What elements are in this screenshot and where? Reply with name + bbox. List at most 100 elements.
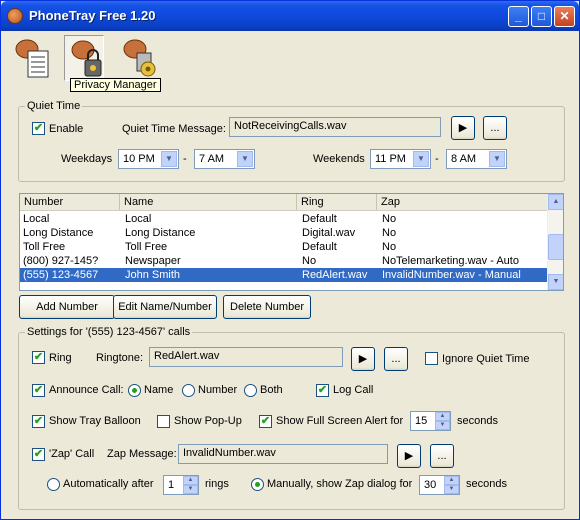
enable-quiet-time-checkbox[interactable]: ✔: [32, 122, 45, 135]
table-row[interactable]: Long Distance Long Distance Digital.wav …: [20, 226, 548, 240]
scroll-up-icon[interactable]: ▲: [548, 194, 563, 210]
zap-automatically-label: Automatically after: [63, 478, 154, 490]
weekends-label: Weekends: [313, 153, 365, 165]
cell-ring: Default: [302, 241, 337, 253]
privacy-manager-icon: [71, 40, 102, 77]
announce-number-radio[interactable]: [182, 384, 195, 397]
log-call-checkbox[interactable]: ✔: [316, 384, 329, 397]
announce-both-radio[interactable]: [244, 384, 257, 397]
increment-icon[interactable]: ▲: [435, 412, 450, 421]
zap-message-field[interactable]: InvalidNumber.wav: [178, 444, 388, 464]
cell-number: (800) 927-145?: [23, 255, 99, 267]
cell-zap: NoTelemarketing.wav - Auto: [382, 255, 519, 267]
phone-app-icon[interactable]: [7, 8, 23, 24]
increment-icon[interactable]: ▲: [444, 476, 459, 485]
cell-number: Local: [23, 213, 50, 225]
ignore-quiet-time-checkbox[interactable]: [425, 352, 438, 365]
column-header-zap[interactable]: Zap: [377, 194, 548, 210]
numbers-list[interactable]: Number Name Ring Zap Local Local Default…: [19, 193, 564, 291]
cell-number: (555) 123-4567: [23, 269, 99, 281]
scroll-thumb[interactable]: [548, 234, 563, 260]
ringtone-label: Ringtone:: [96, 352, 144, 364]
settings-gear-icon: [123, 39, 156, 77]
popup-checkbox[interactable]: [157, 415, 170, 428]
fullscreen-seconds-stepper[interactable]: 15 ▲ ▼: [410, 411, 451, 431]
play-ringtone-button[interactable]: ▶: [351, 347, 375, 371]
maximize-button[interactable]: □: [531, 6, 552, 27]
call-log-tool-button[interactable]: [13, 35, 53, 81]
minimize-button[interactable]: _: [508, 6, 529, 27]
quiet-time-message-field[interactable]: NotReceivingCalls.wav: [229, 117, 441, 137]
play-quiet-message-button[interactable]: ▶: [451, 116, 475, 140]
browse-ringtone-button[interactable]: ...: [384, 347, 408, 371]
main-window: PhoneTray Free 1.20 _ □ ✕ Privacy Manage…: [0, 0, 580, 520]
chevron-down-icon[interactable]: ▼: [237, 151, 253, 167]
quiet-time-message-label: Quiet Time Message:: [122, 123, 226, 135]
delete-number-button[interactable]: Delete Number: [223, 295, 311, 319]
zap-dialog-seconds-stepper[interactable]: 30 ▲ ▼: [419, 475, 460, 495]
increment-icon[interactable]: ▲: [183, 476, 198, 485]
cell-zap: No: [382, 241, 397, 253]
fullscreen-alert-checkbox[interactable]: ✔: [259, 415, 272, 428]
announce-call-label: Announce Call:: [49, 384, 124, 396]
play-icon: ▶: [404, 450, 414, 462]
scroll-down-icon[interactable]: ▼: [548, 274, 563, 290]
chevron-down-icon[interactable]: ▼: [489, 151, 505, 167]
call-settings-title: Settings for '(555) 123-4567' calls: [25, 326, 193, 338]
decrement-icon[interactable]: ▼: [183, 485, 198, 494]
zap-call-checkbox[interactable]: ✔: [32, 448, 45, 461]
column-header-ring[interactable]: Ring: [297, 194, 377, 210]
seconds-label: seconds: [457, 415, 498, 427]
enable-label: Enable: [49, 123, 84, 135]
column-header-number[interactable]: Number: [20, 194, 120, 210]
cell-number: Toll Free: [23, 241, 66, 253]
cell-ring: Digital.wav: [302, 227, 356, 239]
cell-name: Newspaper: [125, 255, 181, 267]
settings-tool-button[interactable]: [117, 35, 157, 81]
zap-dialog-seconds-value: 30: [424, 479, 437, 491]
cell-number: Long Distance: [23, 227, 94, 239]
weekends-end-select[interactable]: 8 AM ▼: [446, 149, 507, 169]
zap-automatically-radio[interactable]: [47, 478, 60, 491]
list-header: Number Name Ring Zap: [20, 194, 548, 211]
zap-call-label: 'Zap' Call: [49, 448, 95, 460]
close-button[interactable]: ✕: [554, 6, 575, 27]
title-bar[interactable]: PhoneTray Free 1.20 _ □ ✕: [1, 1, 579, 31]
announce-name-radio[interactable]: [128, 384, 141, 397]
table-row-selected[interactable]: (555) 123-4567 John Smith RedAlert.wav I…: [20, 268, 548, 282]
table-row[interactable]: Toll Free Toll Free Default No: [20, 240, 548, 254]
browse-quiet-message-button[interactable]: ...: [483, 116, 507, 140]
tray-balloon-checkbox[interactable]: ✔: [32, 415, 45, 428]
weekdays-start-select[interactable]: 10 PM ▼: [118, 149, 179, 169]
cell-zap: No: [382, 213, 397, 225]
weekdays-end-select[interactable]: 7 AM ▼: [194, 149, 255, 169]
weekends-start-select[interactable]: 11 PM ▼: [370, 149, 431, 169]
weekdays-dash: -: [183, 153, 187, 165]
ignore-quiet-time-label: Ignore Quiet Time: [442, 353, 530, 365]
browse-zap-message-button[interactable]: ...: [430, 444, 454, 468]
announce-call-checkbox[interactable]: ✔: [32, 384, 45, 397]
quiet-time-title: Quiet Time: [25, 100, 83, 112]
zap-rings-stepper[interactable]: 1 ▲ ▼: [163, 475, 199, 495]
table-row[interactable]: Local Local Default No: [20, 212, 548, 226]
add-number-button[interactable]: Add Number: [19, 295, 115, 319]
column-header-name[interactable]: Name: [120, 194, 297, 210]
ringtone-field[interactable]: RedAlert.wav: [149, 347, 343, 367]
log-call-label: Log Call: [333, 384, 374, 396]
list-scrollbar[interactable]: ▲ ▼: [547, 194, 563, 290]
zap-message-label: Zap Message:: [107, 448, 177, 460]
table-row[interactable]: (800) 927-145? Newspaper No NoTelemarket…: [20, 254, 548, 268]
cell-name: Toll Free: [125, 241, 168, 253]
weekdays-end-value: 7 AM: [199, 153, 225, 165]
cell-name: Long Distance: [125, 227, 196, 239]
edit-name-number-button[interactable]: Edit Name/Number: [113, 295, 217, 319]
privacy-manager-tool-button[interactable]: [64, 35, 104, 81]
play-zap-message-button[interactable]: ▶: [397, 444, 421, 468]
zap-manually-radio[interactable]: [251, 478, 264, 491]
cell-name: John Smith: [125, 269, 181, 281]
ring-checkbox[interactable]: ✔: [32, 351, 45, 364]
decrement-icon[interactable]: ▼: [444, 485, 459, 494]
decrement-icon[interactable]: ▼: [435, 421, 450, 430]
chevron-down-icon[interactable]: ▼: [161, 151, 177, 167]
chevron-down-icon[interactable]: ▼: [413, 151, 429, 167]
